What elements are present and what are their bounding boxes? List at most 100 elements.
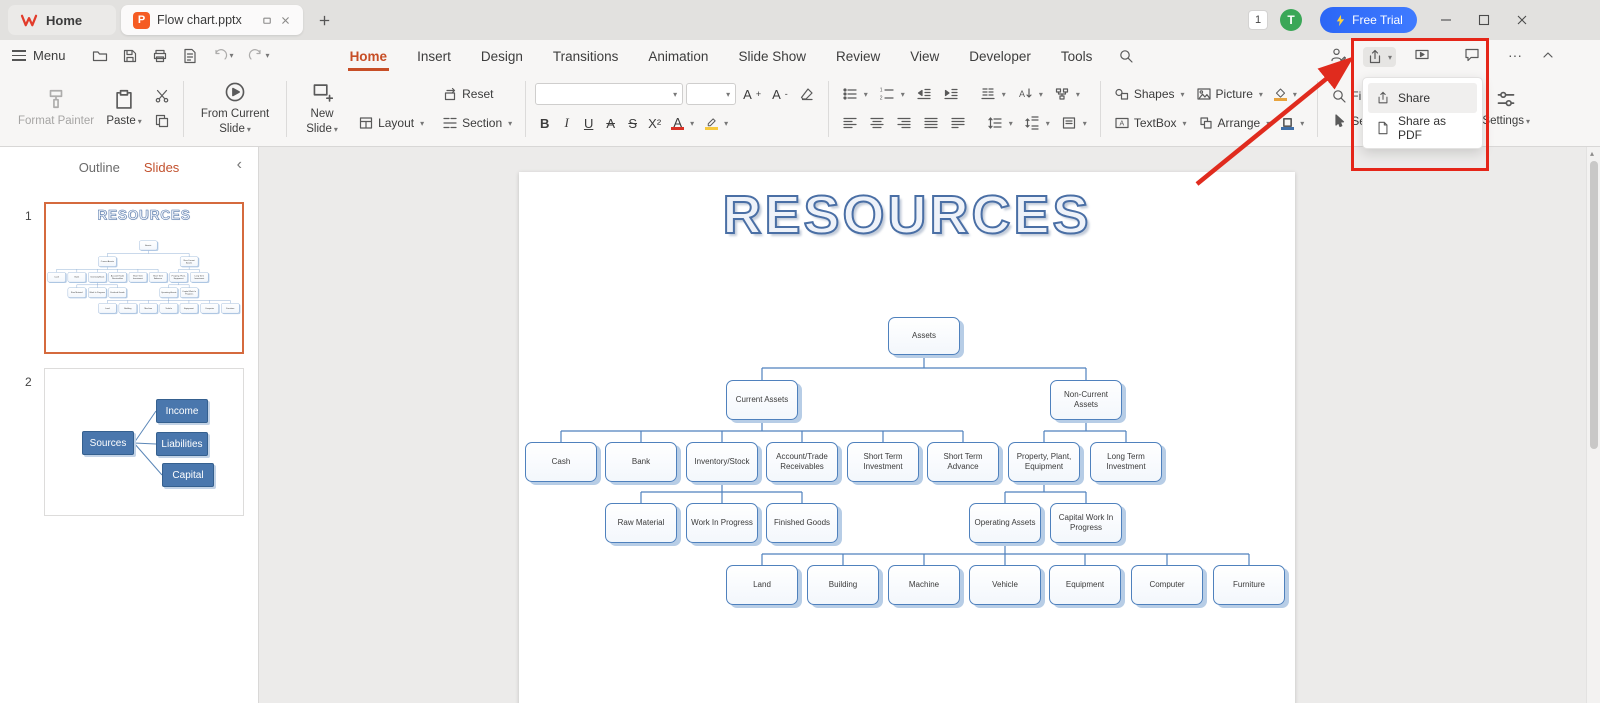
org-node-equipment[interactable]: Equipment: [179, 303, 199, 314]
org-node-property-plant-equipment[interactable]: Property, Plant, Equipment: [169, 272, 188, 283]
font-color-dropdown-icon[interactable]: ▾: [690, 119, 694, 128]
org-node-assets[interactable]: Assets: [139, 240, 158, 251]
org-node-short-term-advance[interactable]: Short Term Advance: [149, 272, 168, 283]
bold-button[interactable]: B: [535, 116, 554, 131]
distribute-button[interactable]: [946, 113, 970, 133]
settings-dropdown-icon[interactable]: ▾: [1526, 117, 1530, 126]
underline-button[interactable]: U: [579, 116, 598, 131]
search-icon[interactable]: [1118, 48, 1134, 64]
align-center-button[interactable]: [865, 113, 889, 133]
tab-developer[interactable]: Developer: [967, 43, 1033, 71]
present-button[interactable]: [1414, 47, 1430, 63]
shape-outline-button[interactable]: ▾: [1277, 114, 1308, 132]
font-family-dropdown-icon[interactable]: ▾: [673, 90, 677, 99]
account-avatar[interactable]: T: [1280, 9, 1302, 31]
undo-dropdown-icon[interactable]: ▾: [230, 51, 234, 60]
org-node-capital-work-in-progress[interactable]: Capital Work In Progress: [180, 287, 199, 298]
maximize-button[interactable]: [1476, 12, 1492, 28]
more-options-button[interactable]: ···: [1508, 47, 1522, 63]
from-current-slide-button[interactable]: From Current Slide ▾: [193, 79, 277, 138]
slide-surface[interactable]: RESOURCES Assets Current Assets Non-Curr…: [46, 204, 242, 351]
shapes-dropdown-icon[interactable]: ▾: [1181, 90, 1185, 99]
org-node-work-in-progress[interactable]: Work In Progress: [686, 503, 758, 543]
org-node-machine[interactable]: Machine: [888, 565, 960, 605]
slide-2-thumbnail[interactable]: Sources Income Liabilities Capital: [44, 368, 244, 516]
save-icon[interactable]: [122, 48, 138, 64]
org-node-non-current-assets[interactable]: Non-Current Assets: [180, 256, 199, 267]
org-node-receivables[interactable]: Account/Trade Receivables: [766, 442, 838, 482]
redo-button[interactable]: ▾: [248, 48, 270, 64]
decrease-font-size-button[interactable]: A-: [768, 85, 792, 104]
strikethrough-button[interactable]: S: [623, 116, 642, 131]
org-node-operating-assets[interactable]: Operating Assets: [969, 503, 1041, 543]
home-tab[interactable]: Home: [8, 5, 116, 35]
menu-button[interactable]: Menu: [12, 48, 66, 63]
tab-tools[interactable]: Tools: [1059, 43, 1095, 71]
org-node-short-term-advance[interactable]: Short Term Advance: [927, 442, 999, 482]
new-slide-button[interactable]: New Slide ▾: [296, 79, 348, 138]
bullets-button[interactable]: ▾: [838, 84, 872, 104]
org-node-assets[interactable]: Assets: [888, 317, 960, 355]
tab-home[interactable]: Home: [347, 43, 390, 71]
text-direction-dropdown-icon[interactable]: ▾: [1039, 90, 1043, 99]
font-family-select[interactable]: ▾: [535, 83, 684, 105]
shapes-button[interactable]: Shapes ▾: [1110, 84, 1189, 104]
increase-font-size-button[interactable]: A +: [739, 85, 765, 104]
paragraph-spacing-dropdown-icon[interactable]: ▾: [1046, 119, 1050, 128]
slide-canvas[interactable]: RESOURCES Assets Current Assets Non-Curr…: [260, 147, 1600, 703]
paragraph-settings-dropdown-icon[interactable]: ▾: [1083, 119, 1087, 128]
org-node-vehicle[interactable]: Vehicle: [969, 565, 1041, 605]
org-node-land[interactable]: Land: [726, 565, 798, 605]
org-node-building[interactable]: Building: [807, 565, 879, 605]
org-node-machine[interactable]: Machine: [139, 303, 158, 314]
paste-dropdown-icon[interactable]: ▾: [138, 117, 142, 126]
org-node-raw-material[interactable]: Raw Material: [605, 503, 677, 543]
align-left-button[interactable]: [838, 113, 862, 133]
tab-close-icon[interactable]: [280, 15, 291, 26]
justify-button[interactable]: [919, 113, 943, 133]
tab-review[interactable]: Review: [834, 43, 882, 71]
org-node-short-term-investment[interactable]: Short Term Investment: [847, 442, 919, 482]
font-color-button[interactable]: A ▾: [667, 114, 698, 132]
from-current-slide-dropdown-icon[interactable]: ▾: [247, 125, 251, 134]
outline-tab[interactable]: Outline: [79, 160, 120, 175]
share-as-pdf-menu-item[interactable]: Share as PDF: [1368, 113, 1477, 143]
collapse-ribbon-button[interactable]: [1540, 47, 1556, 63]
print-icon[interactable]: [152, 48, 168, 64]
org-node-finished-goods[interactable]: Finished Goods: [766, 503, 838, 543]
tab-animation[interactable]: Animation: [646, 43, 710, 71]
org-node-building[interactable]: Building: [118, 303, 137, 314]
org-node-work-in-progress[interactable]: Work In Progress: [88, 287, 107, 298]
org-node-cash[interactable]: Cash: [525, 442, 597, 482]
share-menu-item[interactable]: Share: [1368, 83, 1477, 113]
font-size-dropdown-icon[interactable]: ▾: [726, 90, 730, 99]
document-tab[interactable]: P Flow chart.pptx: [121, 5, 303, 35]
org-node-capital-work-in-progress[interactable]: Capital Work In Progress: [1050, 503, 1122, 543]
close-button[interactable]: [1514, 12, 1530, 28]
open-file-icon[interactable]: [92, 48, 108, 64]
org-node-current-assets[interactable]: Current Assets: [98, 256, 117, 267]
org-node-long-term-investment[interactable]: Long Term Investment: [190, 272, 209, 283]
line-spacing-dropdown-icon[interactable]: ▾: [1009, 119, 1013, 128]
numbering-button[interactable]: 1 2 ▾: [875, 84, 909, 104]
scrollbar-thumb[interactable]: [1590, 161, 1598, 449]
layout-dropdown-icon[interactable]: ▾: [420, 119, 424, 128]
align-right-button[interactable]: [892, 113, 916, 133]
org-node-operating-assets[interactable]: Operating Assets: [159, 287, 178, 298]
slide-editor[interactable]: RESOURCES Assets Current Assets Non-Curr…: [519, 172, 1295, 703]
tab-design[interactable]: Design: [479, 43, 525, 71]
minimize-button[interactable]: [1438, 12, 1454, 28]
org-node-inventory[interactable]: Inventory/Stock: [686, 442, 758, 482]
undo-button[interactable]: ▾: [212, 48, 234, 64]
section-button[interactable]: Section ▾: [438, 113, 516, 133]
textbox-button[interactable]: A TextBox ▾: [1110, 113, 1191, 133]
share-dropdown-arrow-icon[interactable]: ▾: [1388, 53, 1392, 62]
org-node-property-plant-equipment[interactable]: Property, Plant, Equipment: [1008, 442, 1080, 482]
layout-button[interactable]: Layout ▾: [354, 113, 428, 133]
org-node-furniture[interactable]: Furniture: [221, 303, 240, 314]
numbering-dropdown-icon[interactable]: ▾: [901, 90, 905, 99]
org-node-equipment[interactable]: Equipment: [1049, 565, 1121, 605]
share-export-button[interactable]: ▾: [1363, 47, 1397, 67]
decrease-indent-button[interactable]: [912, 84, 936, 104]
paste-button[interactable]: Paste ▾: [98, 86, 150, 130]
